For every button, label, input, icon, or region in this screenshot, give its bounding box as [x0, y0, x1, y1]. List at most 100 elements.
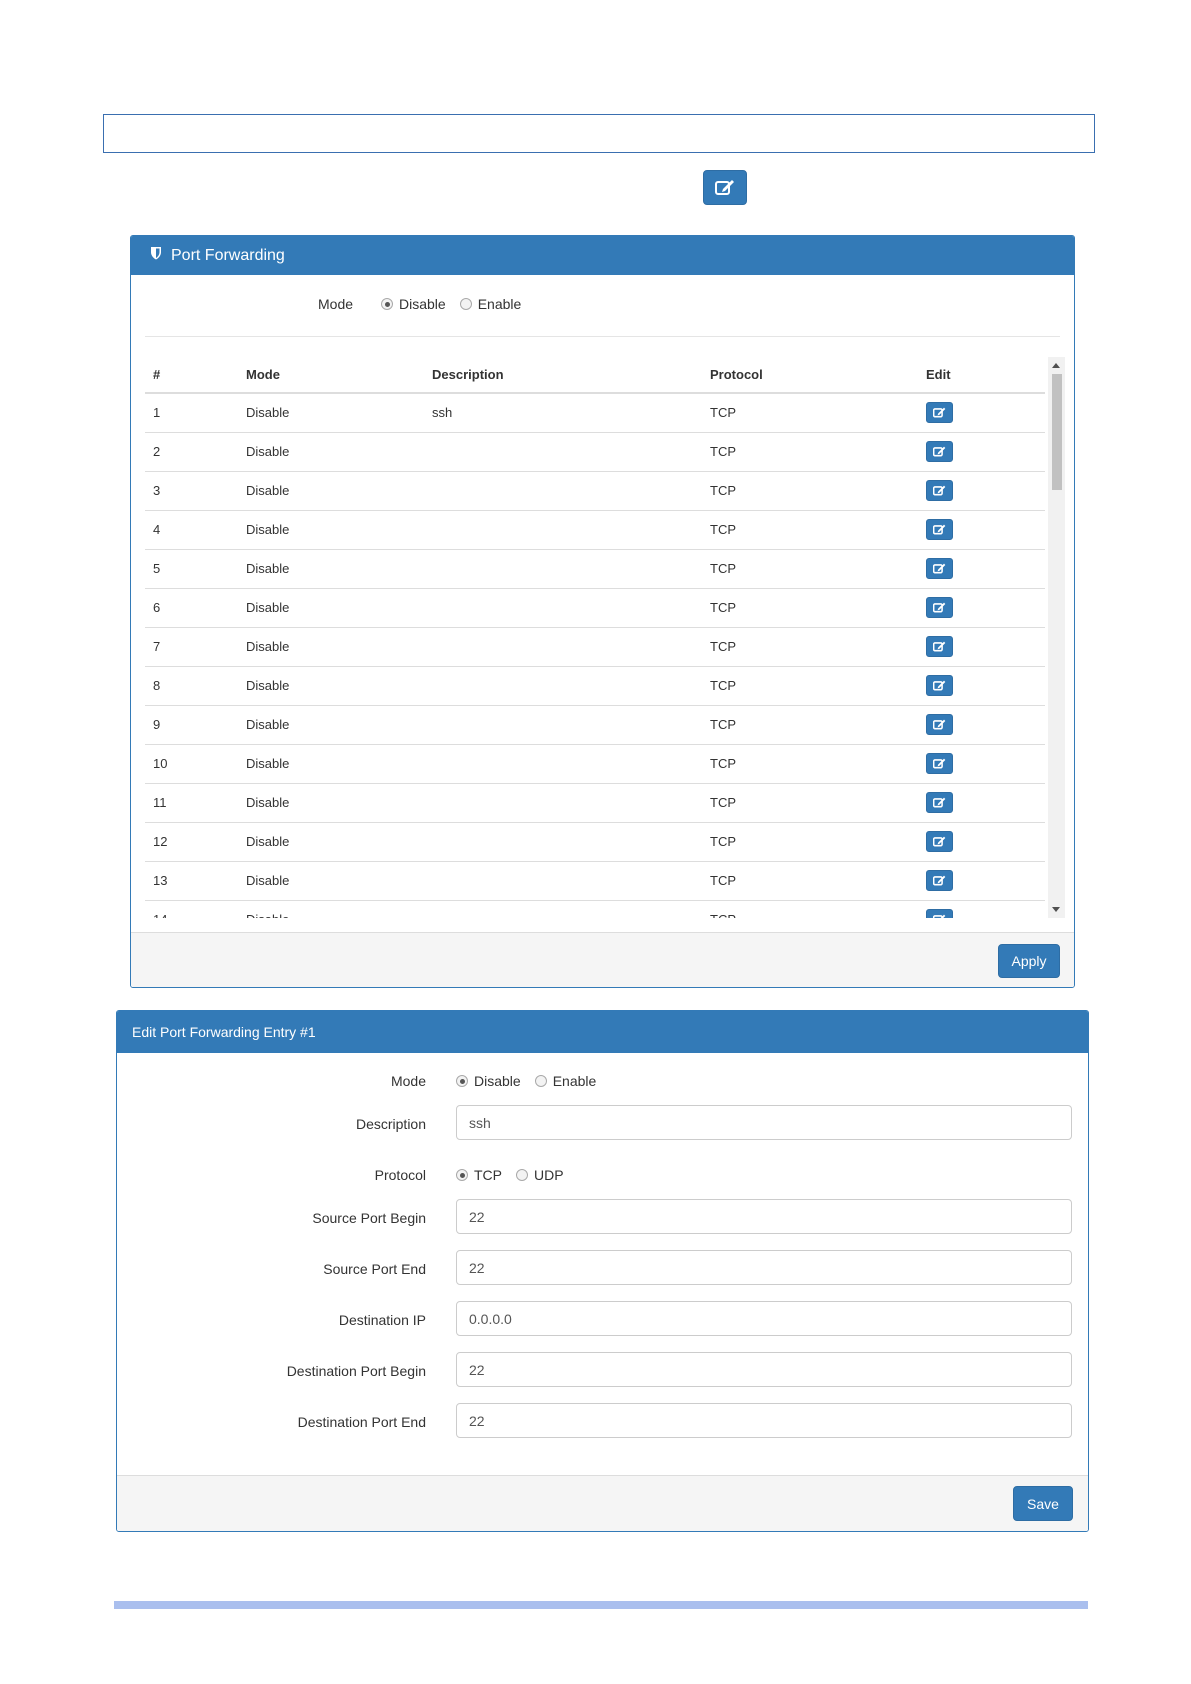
protocol-tcp-radio[interactable]: [456, 1169, 468, 1181]
edit-icon: [933, 836, 946, 847]
mode-options: Disable Enable: [456, 1073, 610, 1089]
row-protocol: TCP: [702, 587, 918, 627]
edit-icon: [933, 875, 946, 886]
row-protocol: TCP: [702, 860, 918, 900]
destination-ip-input[interactable]: 0.0.0.0: [456, 1301, 1072, 1336]
row-edit-button[interactable]: [926, 792, 953, 813]
destination-port-end-input[interactable]: 22: [456, 1403, 1072, 1438]
table-row: 13 Disable TCP: [145, 860, 1045, 900]
row-edit-button[interactable]: [926, 480, 953, 501]
row-description: ssh: [424, 392, 702, 432]
edit-icon: [933, 797, 946, 808]
panel-heading: Port Forwarding: [131, 236, 1074, 275]
rules-table-scroll[interactable]: # Mode Description Protocol Edit 1 Disabl…: [145, 357, 1048, 918]
source-port-end-input[interactable]: 22: [456, 1250, 1072, 1285]
save-button[interactable]: Save: [1013, 1486, 1073, 1521]
row-edit-button[interactable]: [926, 636, 953, 657]
destination-port-begin-input[interactable]: 22: [456, 1352, 1072, 1387]
row-mode: Disable: [238, 509, 424, 549]
edit-icon: [933, 485, 946, 496]
row-edit-cell: [918, 431, 1045, 471]
mode-enable-label: Enable: [477, 296, 522, 312]
mode-options: Disable Enable: [381, 296, 535, 312]
row-num: 12: [145, 821, 238, 861]
row-mode: Disable: [238, 821, 424, 861]
col-header-protocol: Protocol: [702, 357, 918, 394]
mode-disable-radio[interactable]: [381, 298, 393, 310]
edit-icon: [715, 179, 735, 196]
top-edit-button[interactable]: [703, 170, 747, 205]
row-edit-button[interactable]: [926, 909, 953, 918]
table-scrollbar[interactable]: [1048, 357, 1065, 918]
table-row: 10 Disable TCP: [145, 743, 1045, 783]
protocol-udp-radio[interactable]: [516, 1169, 528, 1181]
row-protocol: TCP: [702, 665, 918, 705]
row-edit-button[interactable]: [926, 831, 953, 852]
table-body: 1 Disable ssh TCP 2 Disable TCP 3 Disable TCP 4 Dis…: [145, 392, 1045, 918]
row-mode: Disable: [238, 860, 424, 900]
row-num: 9: [145, 704, 238, 744]
row-edit-button[interactable]: [926, 558, 953, 579]
row-edit-cell: [918, 626, 1045, 666]
row-num: 11: [145, 782, 238, 822]
table-row: 2 Disable TCP: [145, 431, 1045, 471]
row-edit-cell: [918, 704, 1045, 744]
row-num: 13: [145, 860, 238, 900]
mode-disable-radio[interactable]: [456, 1075, 468, 1087]
row-mode: Disable: [238, 782, 424, 822]
row-edit-button[interactable]: [926, 441, 953, 462]
table-row: 6 Disable TCP: [145, 587, 1045, 627]
row-edit-button[interactable]: [926, 402, 953, 424]
protocol-options: TCP UDP: [456, 1167, 578, 1183]
row-description: [424, 548, 702, 588]
row-num: 6: [145, 587, 238, 627]
row-mode: Disable: [238, 626, 424, 666]
row-edit-cell: [918, 782, 1045, 822]
apply-button[interactable]: Apply: [998, 944, 1060, 978]
row-protocol: TCP: [702, 548, 918, 588]
row-protocol: TCP: [702, 704, 918, 744]
source-port-end-label: Source Port End: [323, 1261, 426, 1277]
scroll-down-arrow[interactable]: [1052, 907, 1060, 912]
col-header-edit: Edit: [918, 357, 1045, 394]
row-description: [424, 626, 702, 666]
row-description: [424, 431, 702, 471]
protocol-tcp-label: TCP: [474, 1167, 502, 1183]
row-edit-button[interactable]: [926, 597, 953, 618]
row-edit-button[interactable]: [926, 714, 953, 735]
row-description: [424, 782, 702, 822]
scroll-up-arrow[interactable]: [1052, 363, 1060, 368]
row-mode: Disable: [238, 704, 424, 744]
table-row: 9 Disable TCP: [145, 704, 1045, 744]
row-edit-cell: [918, 587, 1045, 627]
divider: [145, 336, 1060, 337]
scroll-thumb[interactable]: [1052, 374, 1062, 490]
rules-table: # Mode Description Protocol Edit 1 Disabl…: [145, 357, 1045, 918]
source-port-begin-input[interactable]: 22: [456, 1199, 1072, 1234]
mode-enable-label: Enable: [552, 1073, 597, 1089]
description-input[interactable]: ssh: [456, 1105, 1072, 1140]
row-edit-button[interactable]: [926, 753, 953, 774]
edit-icon: [933, 407, 946, 418]
mode-label: Mode: [318, 296, 354, 312]
edit-icon: [933, 446, 946, 457]
row-edit-cell: [918, 860, 1045, 900]
row-edit-button[interactable]: [926, 870, 953, 891]
row-num: 14: [145, 899, 238, 918]
col-header-description: Description: [424, 357, 702, 394]
shield-icon: [150, 246, 162, 265]
row-mode: Disable: [238, 431, 424, 471]
row-num: 8: [145, 665, 238, 705]
mode-enable-radio[interactable]: [459, 298, 472, 310]
row-edit-button[interactable]: [926, 675, 953, 696]
row-description: [424, 665, 702, 705]
table-row: 8 Disable TCP: [145, 665, 1045, 705]
destination-port-begin-label: Destination Port Begin: [286, 1363, 426, 1379]
row-edit-button[interactable]: [926, 519, 953, 540]
mode-enable-radio[interactable]: [534, 1075, 547, 1087]
row-num: 3: [145, 470, 238, 510]
row-mode: Disable: [238, 470, 424, 510]
row-description: [424, 821, 702, 861]
row-protocol: TCP: [702, 392, 918, 432]
edit-icon: [933, 563, 946, 574]
